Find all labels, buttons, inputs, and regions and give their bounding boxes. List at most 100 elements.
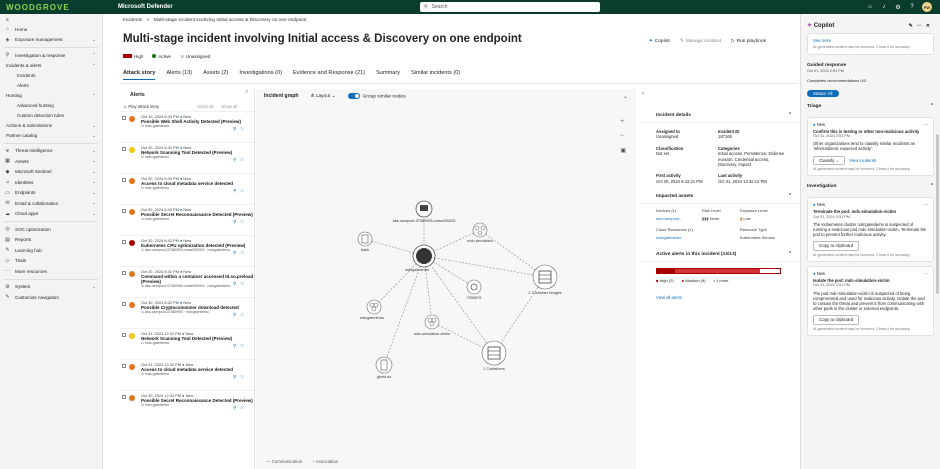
alert-checkbox[interactable] [122,209,126,213]
alert-checkbox[interactable] [122,333,126,337]
unlink-icon[interactable]: ⤫ [240,374,248,379]
cloud-resource-link[interactable]: mdcgatedemo [656,235,740,240]
device-link[interactable]: aks-userpool... [656,216,702,221]
manage-incident-button[interactable]: ✎ Manage incident [680,39,721,44]
unlink-icon[interactable]: ⤫ [240,281,248,286]
nav-item-advanced-hunting[interactable]: Advanced hunting [0,101,102,111]
copy-clipboard-button[interactable]: Copy to clipboard [813,241,860,251]
see-more-link[interactable]: See more [813,38,928,43]
product-name[interactable]: Microsoft Defender [118,4,173,10]
view-all-alerts-link[interactable]: View all alerts [656,295,800,300]
alert-item[interactable]: Oct 30, 2024 6:43 PM ● New Possible Secre… [120,204,254,235]
alert-checkbox[interactable] [122,302,126,306]
nav-item-customize-navigation[interactable]: ✎ Customize navigation [0,292,102,303]
nav-item-actions-submissions[interactable]: Actions & submissions ⌄ [0,121,102,131]
alert-item[interactable]: Oct 31, 2024 12:32 PM ● New Access to clo… [120,359,254,390]
nav-item-microsoft-sentinel[interactable]: ◆ Microsoft Sentinel ⌄ [0,167,102,178]
more-options-icon[interactable]: ⋯ [924,122,928,127]
nav-item-incidents-alerts[interactable]: Incidents & alerts ⌃ [0,61,102,71]
incident-graph[interactable]: Incident graph ⋔ Layout ⌄ Group similar … [256,89,636,469]
chevron-up-icon[interactable]: ⌃ [930,104,934,109]
unlink-icon[interactable]: ⤫ [240,405,248,410]
more-options-icon[interactable]: ⋯ [924,271,928,276]
tab-summary[interactable]: Summary [376,70,400,80]
nav-item-custom-detection-rules[interactable]: Custom detection rules [0,111,102,121]
show-all-button[interactable]: Show all [221,104,237,109]
tab-assets-2[interactable]: Assets (2) [203,70,228,80]
unpin-all-button[interactable]: Unpin all [197,104,213,109]
nav-item-system[interactable]: ⚙ System ⌄ [0,282,102,293]
help-icon[interactable]: ? [908,3,916,11]
nav-item-reports[interactable]: ▤ Reports [0,235,102,246]
nav-item-trials[interactable]: ◇ Trials [0,256,102,267]
nav-item-partner-catalog[interactable]: Partner catalog ⌄ [0,131,102,141]
avatar[interactable]: PW [922,2,932,12]
nav-item-alerts[interactable]: Alerts [0,81,102,91]
nav-item-investigation-response[interactable]: ⚲ Investigation & response ⌃ [0,50,102,61]
alert-checkbox[interactable] [122,364,126,368]
new-chat-icon[interactable]: ✎ [909,23,917,29]
alert-checkbox[interactable] [122,147,126,151]
nav-item-soc-optimization[interactable]: ◎ SOC optimization [0,224,102,235]
breadcrumb-incidents[interactable]: Incidents [123,18,142,23]
tab-evidence-and-response-21[interactable]: Evidence and Response (21) [293,70,365,80]
nav-item-endpoints[interactable]: ▭ Endpoints ⌄ [0,188,102,199]
unlink-icon[interactable]: ⤫ [240,157,248,162]
tab-similar-incidents-0[interactable]: Similar incidents (0) [411,70,460,80]
close-icon[interactable]: ✕ [926,23,934,29]
classify-button[interactable]: Classify ⌄ [813,155,846,165]
copy-clipboard-button[interactable]: Copy to clipboard [813,315,860,325]
collapse-nav-button[interactable]: ≡ [0,16,102,24]
more-options-icon[interactable]: ⋯ [917,23,926,29]
play-attack-story-button[interactable]: ▷ Play attack story [124,104,159,109]
alert-checkbox[interactable] [122,116,126,120]
nav-item-email-collaboration[interactable]: ✉ Email & collaboration ⌄ [0,198,102,209]
alert-checkbox[interactable] [122,178,126,182]
alert-item[interactable]: Oct 30, 2024 6:42 PM ● New Kubernetes CPU… [120,235,254,266]
alert-item[interactable]: Oct 31, 2024 12:32 PM ● New Network Scann… [120,328,254,359]
bell-icon[interactable]: ♪ [880,3,888,11]
active-alerts-header[interactable]: Active alerts in this incident (13/13) ⌃ [640,248,800,263]
nav-item-identities[interactable]: ☺ Identities ⌄ [0,177,102,188]
nav-item-hunting[interactable]: Hunting ⌃ [0,91,102,101]
collapse-alerts-icon[interactable]: ‹ [246,89,248,98]
nav-item-exposure-management[interactable]: ◈ Exposure management ⌄ [0,35,102,46]
alert-item[interactable]: Oct 30, 2024 6:42 PM ● New Command within… [120,266,254,297]
copilot-button[interactable]: ✦ Copilot [649,39,670,44]
status-filter-button[interactable]: Status: All [807,89,839,97]
unlink-icon[interactable]: ⤫ [240,250,248,255]
nav-item-incidents[interactable]: Incidents [0,71,102,81]
tab-investigations-0[interactable]: Investigations (0) [239,70,282,80]
chevron-up-icon[interactable]: ⌃ [930,184,934,189]
nav-item-more-resources[interactable]: ⋯ More resources [0,266,102,277]
alert-item[interactable]: Oct 30, 2024 6:43 PM ● New Access to clou… [120,173,254,204]
unlink-icon[interactable]: ⤫ [240,188,248,193]
copilot-scrollbar[interactable] [936,134,939,294]
impacted-assets-header[interactable]: Impacted assets ⌃ [640,190,800,205]
nav-item-assets[interactable]: ▦ Assets ⌄ [0,156,102,167]
alert-checkbox[interactable] [122,271,126,275]
tab-alerts-13[interactable]: Alerts (13) [166,70,192,80]
view-incidents-link[interactable]: View incidents [849,158,876,163]
nav-item-learning-hub[interactable]: ✎ Learning hub [0,245,102,256]
alert-item[interactable]: Oct 30, 2024 6:42 PM ● New Possible Crypt… [120,297,254,328]
search-input[interactable]: ⚲ Search [420,2,600,12]
network-icon[interactable]: ⌂ [866,3,874,11]
unlink-icon[interactable]: ⤫ [240,312,248,317]
unlink-icon[interactable]: ⤫ [240,219,248,224]
run-playbook-button[interactable]: ▷ Run playbook [731,39,766,44]
unlink-icon[interactable]: ⤫ [240,126,248,131]
alert-item[interactable]: Oct 30, 2024 6:43 PM ● New Possible Web S… [120,111,254,142]
alert-checkbox[interactable] [122,240,126,244]
nav-item-home[interactable]: ⌂ Home [0,24,102,35]
alert-item[interactable]: Oct 30, 2024 12:32 PM ● New Possible Secr… [120,390,254,421]
incident-details-header[interactable]: Incident details ⌃ [640,109,800,123]
nav-item-threat-intelligence[interactable]: ☣ Threat intelligence ⌄ [0,146,102,157]
expand-details-icon[interactable]: › [642,91,644,97]
unlink-icon[interactable]: ⤫ [240,343,248,348]
more-options-icon[interactable]: ⋯ [924,202,928,207]
nav-item-cloud-apps[interactable]: ☁ Cloud apps ⌄ [0,209,102,220]
gear-icon[interactable]: ⚙ [894,3,902,11]
tab-attack-story[interactable]: Attack story [123,70,156,80]
alert-item[interactable]: Oct 30, 2024 6:43 PM ● New Network Scanni… [120,142,254,173]
